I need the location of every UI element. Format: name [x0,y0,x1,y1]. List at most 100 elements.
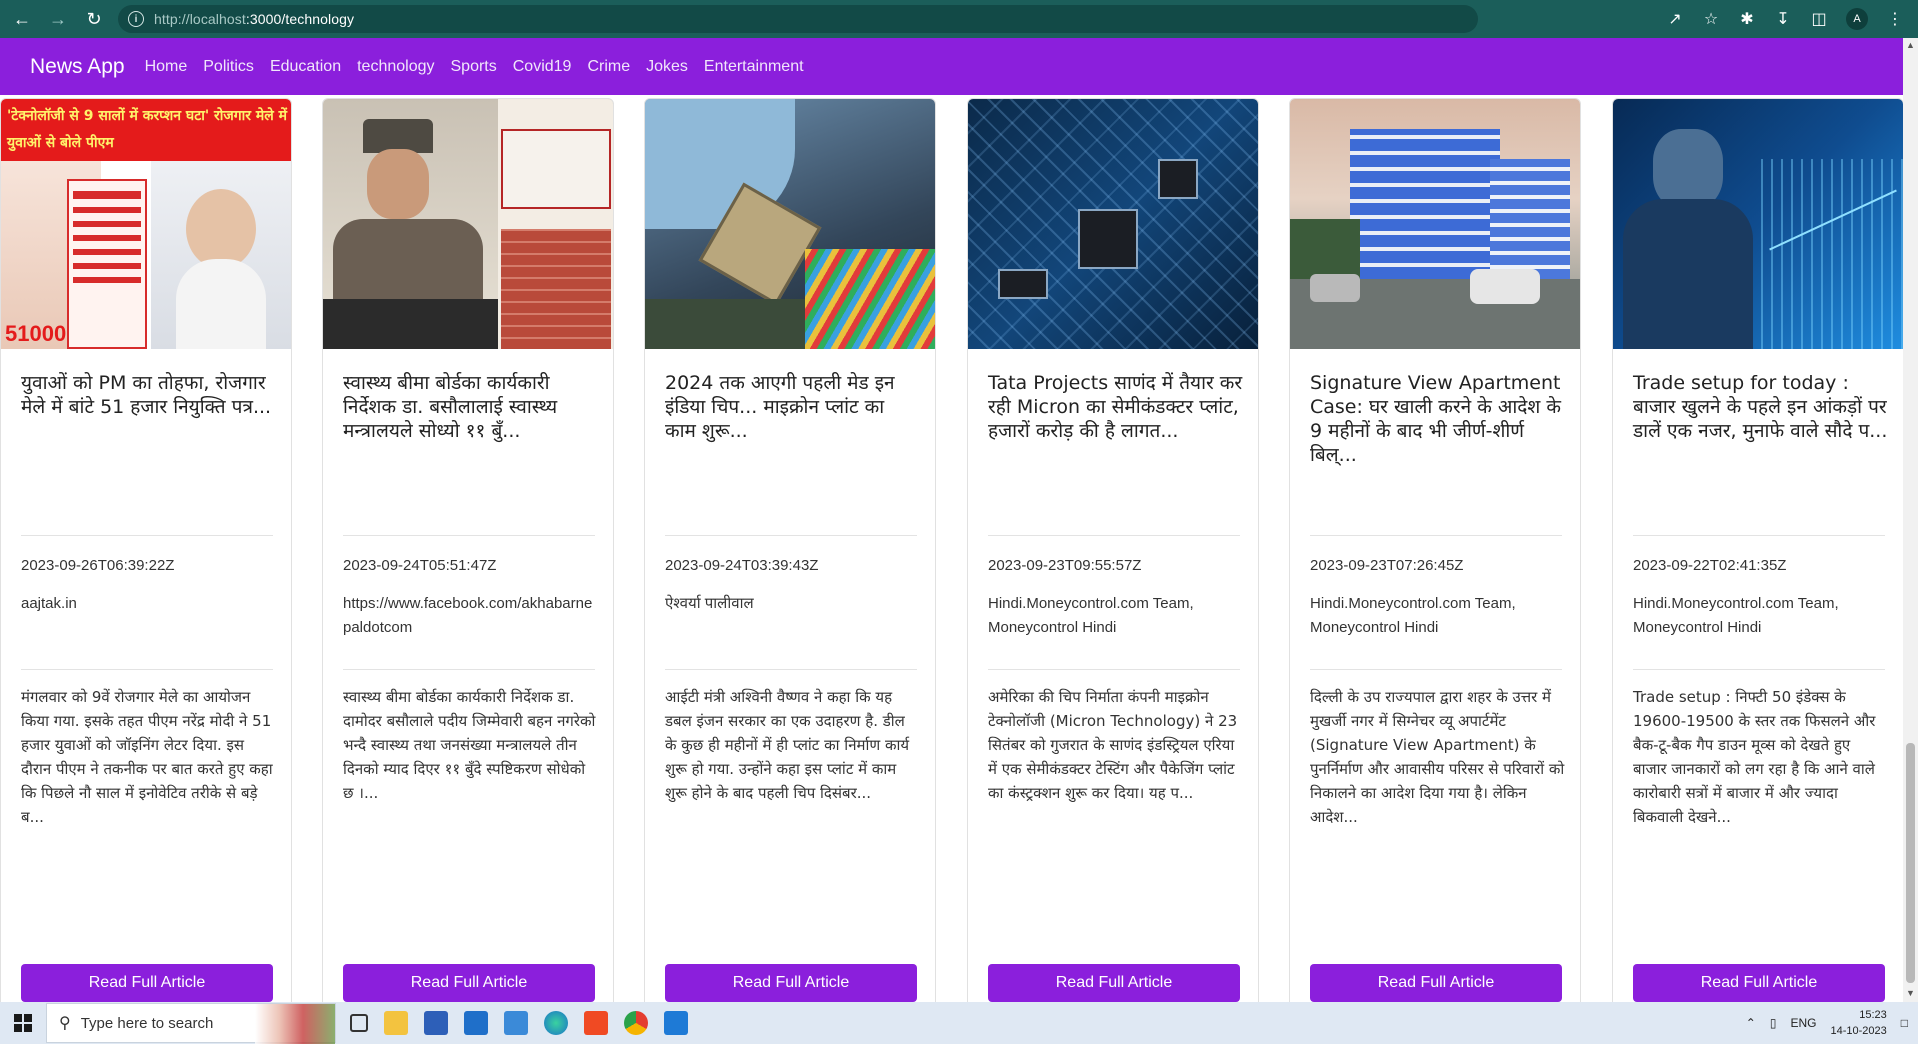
news-source: https://www.facebook.com/akhabarnepaldot… [343,595,593,636]
battery-icon[interactable]: ▯ [1770,1016,1777,1030]
news-card: Trade setup for today : बाजार खुलने के प… [1612,98,1903,1002]
news-description: Trade setup : निफ्टी 50 इंडेक्स के 19600… [1633,688,1876,826]
url-host: http://localhost [154,11,246,27]
news-source: ऐश्वर्या पालीवाल [665,595,754,612]
read-full-article-button[interactable]: Read Full Article [343,964,595,1002]
scroll-up-icon[interactable]: ▲ [1906,40,1915,50]
scroll-down-icon[interactable]: ▼ [1906,988,1915,998]
scroll-thumb[interactable] [1906,743,1915,983]
nav-link-home[interactable]: Home [137,58,196,76]
profile-avatar[interactable]: A [1846,8,1868,30]
chevron-up-icon[interactable]: ⌃ [1746,1016,1756,1030]
news-card: Tata Projects साणंद में तैयार कर रही Mic… [967,98,1259,1002]
nav-link-politics[interactable]: Politics [195,58,262,76]
url-text[interactable]: http://localhost:3000/technology [154,11,354,27]
taskbar-search[interactable]: ⚲ Type here to search [46,1003,336,1044]
language-indicator[interactable]: ENG [1790,1016,1816,1030]
nav-link-education[interactable]: Education [262,58,349,76]
file-explorer-icon[interactable] [384,1011,408,1035]
nav-link-technology[interactable]: technology [349,58,442,76]
divider [988,669,1240,670]
divider [21,535,273,536]
app-navbar: News App Home Politics Education technol… [0,38,1903,95]
vscode-icon[interactable] [664,1011,688,1035]
nav-link-entertainment[interactable]: Entertainment [696,58,812,76]
search-icon: ⚲ [59,1015,71,1032]
info-icon[interactable]: i [128,11,144,27]
news-grid: 'टेक्नोलॉजी से 9 सालों में करप्शन घटा' र… [0,95,1903,1002]
news-title: स्वास्थ्य बीमा बोर्डका कार्यकारी निर्देश… [343,372,558,442]
divider [1310,669,1562,670]
browser-toolbar: ← → ↻ i http://localhost:3000/technology… [0,0,1918,38]
windows-start-icon[interactable] [0,1002,46,1044]
divider [665,535,917,536]
divider [665,669,917,670]
brand-link[interactable]: News App [30,55,125,79]
nav-link-crime[interactable]: Crime [579,58,638,76]
read-full-article-button[interactable]: Read Full Article [988,964,1240,1002]
system-tray: ⌃ ▯ ENG 15:23 14-10-2023 □ [1746,1002,1918,1044]
read-full-article-button[interactable]: Read Full Article [1310,964,1562,1002]
news-date: 2023-09-23T09:55:57Z [988,557,1142,574]
windows-taskbar: ⚲ Type here to search ⌃ ▯ ENG 15:23 14-1… [0,1002,1918,1044]
app-icon[interactable] [504,1011,528,1035]
reload-icon[interactable]: ↻ [80,5,108,33]
store-icon[interactable] [424,1011,448,1035]
address-bar[interactable]: i http://localhost:3000/technology [118,5,1478,33]
news-date: 2023-09-24T03:39:43Z [665,557,819,574]
divider [1633,535,1885,536]
divider [1633,669,1885,670]
news-description: दिल्ली के उप राज्यपाल द्वारा शहर के उत्त… [1310,688,1565,826]
news-source: Hindi.Moneycontrol.com Team, Moneycontro… [1633,595,1839,636]
clock[interactable]: 15:23 14-10-2023 [1830,1007,1886,1039]
nav-links: Home Politics Education technology Sport… [137,58,812,76]
forward-arrow-icon[interactable]: → [44,5,72,33]
search-highlight-image [255,1004,335,1044]
nav-link-sports[interactable]: Sports [443,58,505,76]
clock-time: 15:23 [1859,1009,1887,1021]
news-source: aajtak.in [21,595,77,612]
read-full-article-button[interactable]: Read Full Article [665,964,917,1002]
divider [988,535,1240,536]
sidebar-icon[interactable]: ◫ [1810,9,1828,29]
read-full-article-button[interactable]: Read Full Article [21,964,273,1002]
news-image [323,99,613,349]
news-card: Signature View Apartment Case: घर खाली क… [1289,98,1581,1002]
back-arrow-icon[interactable]: ← [8,5,36,33]
task-view-icon[interactable] [350,1014,368,1032]
menu-dots-icon[interactable]: ⋮ [1886,9,1904,29]
news-description: स्वास्थ्य बीमा बोर्डका कार्यकारी निर्देश… [343,688,596,802]
news-date: 2023-09-22T02:41:35Z [1633,557,1787,574]
download-icon[interactable]: ↧ [1774,9,1792,29]
read-full-article-button[interactable]: Read Full Article [1633,964,1885,1002]
news-title: 2024 तक आएगी पहली मेड इन इंडिया चिप... म… [665,372,895,442]
divider [343,535,595,536]
news-image [645,99,935,349]
edge-icon[interactable] [544,1011,568,1035]
brave-icon[interactable] [584,1011,608,1035]
notification-icon[interactable]: □ [1901,1016,1908,1030]
star-icon[interactable]: ☆ [1702,9,1720,29]
mail-icon[interactable] [464,1011,488,1035]
divider [343,669,595,670]
news-card: स्वास्थ्य बीमा बोर्डका कार्यकारी निर्देश… [322,98,614,1002]
news-date: 2023-09-26T06:39:22Z [21,557,175,574]
news-image [1290,99,1580,349]
news-description: आईटी मंत्री अश्विनी वैष्णव ने कहा कि यह … [665,688,910,802]
news-image [1613,99,1903,349]
extensions-icon[interactable]: ✱ [1738,9,1756,29]
news-title: Trade setup for today : बाजार खुलने के प… [1633,372,1888,442]
chrome-icon[interactable] [624,1011,648,1035]
page-scrollbar[interactable]: ▲ ▼ [1903,38,1918,1002]
news-source: Hindi.Moneycontrol.com Team, Moneycontro… [988,595,1194,636]
nav-link-jokes[interactable]: Jokes [638,58,696,76]
news-image [968,99,1258,349]
divider [21,669,273,670]
share-icon[interactable]: ↗ [1666,9,1684,29]
news-card: 2024 तक आएगी पहली मेड इन इंडिया चिप... म… [644,98,936,1002]
nav-link-covid19[interactable]: Covid19 [505,58,580,76]
clock-date: 14-10-2023 [1830,1025,1887,1037]
news-description: अमेरिका की चिप निर्माता कंपनी माइक्रोन ट… [988,688,1238,802]
news-description: मंगलवार को 9वें रोजगार मेले का आयोजन किय… [21,688,273,826]
news-title: युवाओं को PM का तोहफा, रोजगार मेले में ब… [21,372,272,418]
